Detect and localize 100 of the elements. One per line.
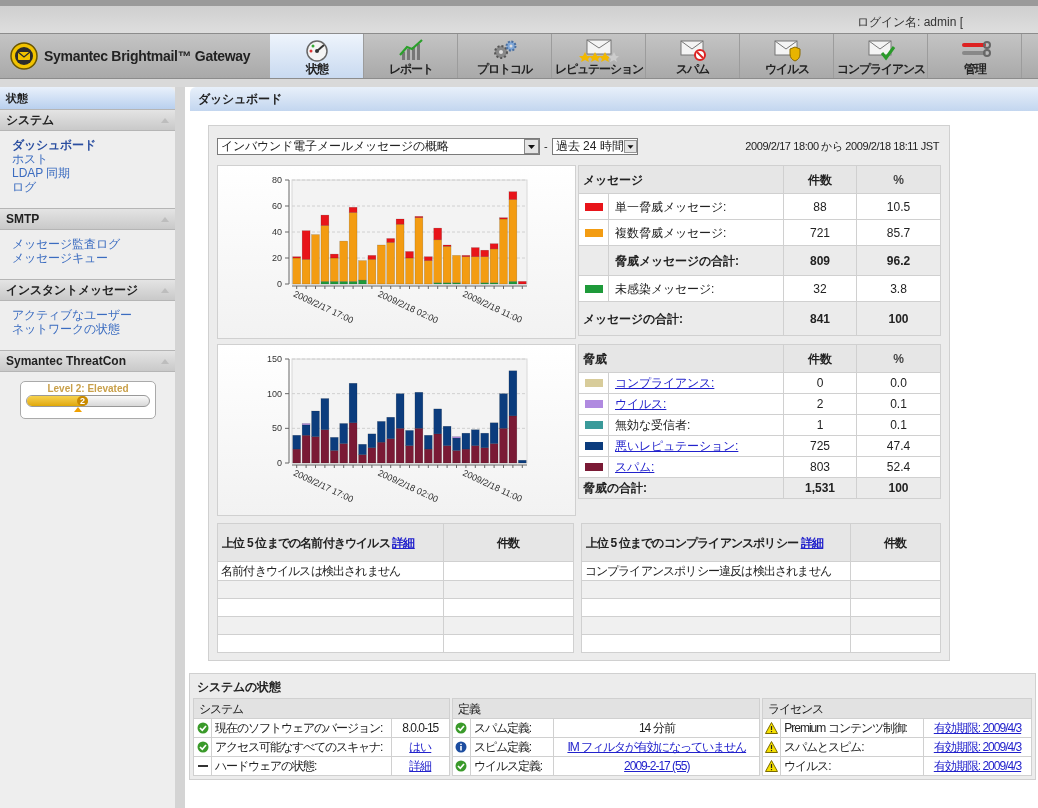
details-link[interactable]: 詳細: [800, 535, 823, 550]
nav-tab[interactable]: コンプライアンス: [834, 34, 928, 78]
table-cell: ウイルス定義:: [470, 756, 554, 776]
separator-text: -: [544, 138, 548, 154]
collapse-icon[interactable]: [161, 216, 169, 222]
nav-tab[interactable]: レポート: [364, 34, 458, 78]
axis-tick-label: 150: [266, 354, 282, 364]
table-cell: ウイルス:: [780, 756, 924, 776]
sidebar-link[interactable]: メッセージキュー: [12, 251, 175, 265]
bar: [471, 445, 480, 464]
axis-tick-label: 80: [272, 175, 282, 185]
bar: [461, 448, 471, 464]
table-cell: 0.0: [856, 372, 941, 394]
check-icon: [196, 722, 209, 734]
column-header: %: [856, 344, 941, 373]
envelope-check-icon: [865, 38, 896, 62]
table-cell: 88: [783, 193, 857, 220]
bar: [508, 370, 518, 417]
table-cell: 14 分前: [553, 718, 760, 738]
sidebar-link[interactable]: ホスト: [12, 152, 175, 166]
sidebar-link[interactable]: メッセージ監査ログ: [12, 237, 175, 251]
table-cell: 725: [783, 435, 857, 457]
details-link[interactable]: 詳細: [392, 535, 415, 550]
collapse-icon[interactable]: [161, 117, 169, 123]
date-range: 2009/2/17 18:00 から 2009/2/18 18:11 JST: [745, 138, 941, 154]
axis-tick-label: 100: [266, 388, 282, 399]
table-cell: 複数脅威メッセージ:: [608, 219, 784, 246]
table-cell: スピム定義:: [470, 737, 554, 757]
section-title: インスタントメッセージ: [6, 282, 138, 299]
sidebar-link[interactable]: ネットワークの状態: [12, 322, 175, 336]
table-cell: 721: [783, 219, 857, 246]
section-title: SMTP: [6, 211, 40, 228]
table-cell: コンプライアンスポリシー違反は検出されません: [581, 561, 851, 581]
table-cell: ハードウェアの状態:: [211, 756, 392, 776]
table-cell: アクセス可能なすべてのスキャナ:: [211, 737, 392, 757]
check-icon: [455, 760, 468, 772]
bar: [480, 447, 489, 464]
table-cell: 脅威メッセージの合計:: [608, 245, 784, 276]
table-cell: スパム定義:: [470, 718, 554, 738]
column-header: 上位 5 位までのコンプライアンスポリシー: [585, 535, 799, 550]
envelope-stars-icon: [578, 38, 619, 62]
level-number: 2: [77, 396, 88, 406]
sidebar-link[interactable]: アクティブなユーザー: [12, 308, 175, 322]
column-header: %: [856, 165, 941, 194]
bar: [386, 438, 395, 464]
section-title: Symantec ThreatCon: [6, 353, 127, 370]
collapse-icon[interactable]: [161, 287, 169, 293]
bar: [480, 432, 489, 448]
column-header: 件数: [850, 523, 941, 562]
table-cell: 100: [856, 301, 941, 336]
column-header: 脅威: [578, 344, 784, 373]
range-dropdown[interactable]: 過去 24 時間: [551, 137, 638, 155]
sidebar-link[interactable]: ログ: [12, 180, 175, 194]
table-cell: 100: [856, 477, 941, 499]
nav-tab[interactable]: プロトコル: [458, 34, 552, 78]
collapse-icon[interactable]: [161, 358, 169, 364]
nav-tab[interactable]: 状態: [270, 34, 364, 78]
column-header: 件数: [443, 523, 573, 562]
section-header[interactable]: インスタントメッセージ: [0, 279, 175, 301]
table-cell: 47.4: [856, 435, 941, 457]
column-header: メッセージ: [578, 165, 784, 194]
threat-link[interactable]: ウイルス:: [615, 397, 667, 411]
nav-tab[interactable]: スパム: [646, 34, 740, 78]
column-header: 上位 5 位までの名前付きウイルス: [222, 535, 390, 550]
table-cell: Premium コンテンツ制御:: [780, 718, 924, 738]
table-cell: 85.7: [856, 219, 941, 246]
section-title: システム: [6, 112, 54, 129]
axis-tick-label: 60: [272, 201, 282, 211]
threat-link[interactable]: スパム:: [615, 460, 655, 474]
table-cell: 名前付きウイルスは検出されません: [217, 561, 443, 581]
bar: [452, 450, 461, 464]
axis-tick-label: 40: [272, 227, 282, 237]
table-cell: 2: [783, 393, 857, 415]
sidebar-title: 状態: [0, 87, 175, 109]
sidebar-link[interactable]: ダッシュボード: [12, 138, 175, 152]
nav-tab[interactable]: レピュテーション: [552, 34, 646, 78]
axis-tick-label: 0: [277, 279, 282, 289]
section-header[interactable]: システム: [0, 109, 175, 131]
table-cell: 96.2: [856, 245, 941, 276]
bar: [471, 429, 480, 446]
table-cell: 無効な受信者:: [608, 414, 784, 436]
page-title: ダッシュボード: [190, 87, 1038, 111]
table-cell: 32: [783, 275, 857, 302]
sidebar-link[interactable]: LDAP 同期: [12, 166, 175, 180]
check-icon: [455, 722, 468, 734]
table-cell: 未感染メッセージ:: [608, 275, 784, 302]
nav-tab[interactable]: ウイルス: [740, 34, 834, 78]
table-cell: 0.1: [856, 393, 941, 415]
table-cell: 0: [783, 372, 857, 394]
table-cell: 3.8: [856, 275, 941, 302]
table-cell: 1,531: [783, 477, 857, 499]
table-cell: 単一脅威メッセージ:: [608, 193, 784, 220]
report-dropdown[interactable]: インバウンド電子メールメッセージの概略: [217, 137, 540, 155]
section-header[interactable]: SMTP: [0, 208, 175, 230]
nav-tab[interactable]: 管理: [928, 34, 1022, 78]
status-title: システムの状態: [196, 679, 282, 696]
table-cell: 841: [783, 301, 857, 336]
info-icon: [455, 741, 468, 753]
axis-tick-label: 50: [272, 423, 282, 434]
section-header[interactable]: Symantec ThreatCon: [0, 350, 175, 372]
